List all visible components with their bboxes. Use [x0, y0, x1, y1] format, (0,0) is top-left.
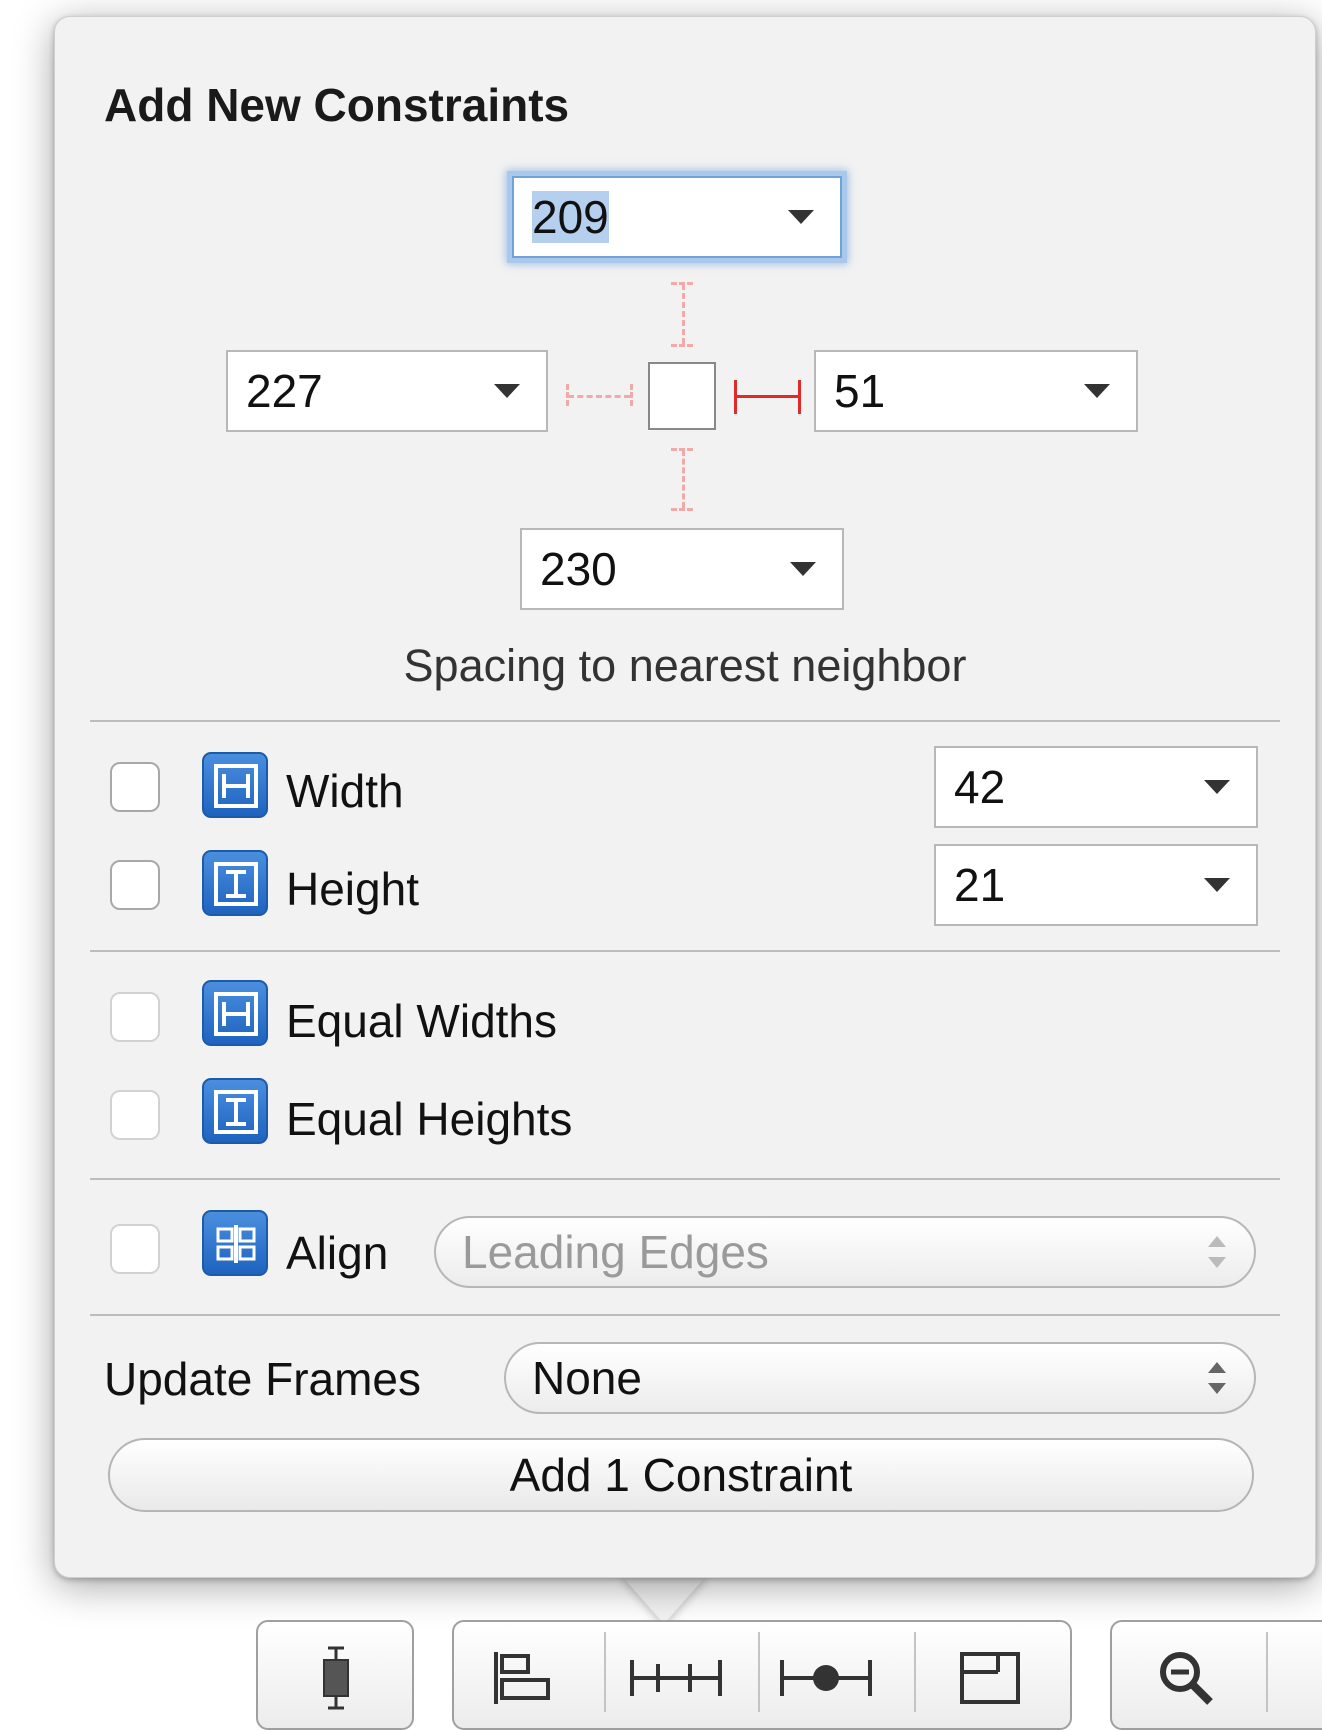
zoom-segment [1110, 1620, 1322, 1730]
constrained-view-box [648, 362, 716, 430]
height-label: Height [286, 863, 419, 915]
divider [90, 950, 1280, 952]
equal-heights-icon [202, 1078, 268, 1144]
resize-icon[interactable] [316, 1646, 356, 1715]
width-label: Width [286, 765, 404, 817]
update-frames-popup[interactable]: None [504, 1342, 1256, 1414]
divider [90, 720, 1280, 722]
align-icon[interactable] [490, 1650, 554, 1711]
width-icon [202, 752, 268, 818]
toolbar-divider [758, 1632, 760, 1712]
left-spacing-value: 227 [246, 365, 323, 417]
chevron-down-icon[interactable] [788, 210, 814, 224]
zoom-out-icon[interactable] [1156, 1648, 1216, 1713]
left-constraint-line[interactable] [568, 395, 630, 398]
right-spacing-value: 51 [834, 365, 886, 417]
up-down-arrows-icon [1206, 1232, 1228, 1272]
update-frames-value: None [532, 1352, 642, 1404]
chevron-down-icon[interactable] [494, 384, 520, 398]
bottom-spacing-field[interactable]: 230 [520, 528, 844, 610]
popover-pointer [620, 1574, 708, 1624]
right-constraint-cap [798, 380, 801, 414]
equal-widths-label: Equal Widths [286, 995, 558, 1047]
right-constraint-line[interactable] [736, 395, 798, 398]
height-checkbox[interactable] [110, 860, 160, 910]
chevron-down-icon[interactable] [1204, 780, 1230, 794]
top-constraint-cap [671, 344, 693, 347]
right-spacing-field[interactable]: 51 [814, 350, 1138, 432]
resolve-icon[interactable] [778, 1656, 874, 1705]
chevron-down-icon[interactable] [1204, 878, 1230, 892]
top-constraint-line[interactable] [682, 284, 685, 344]
height-icon [202, 850, 268, 916]
left-constraint-cap [630, 384, 633, 406]
align-popup[interactable]: Leading Edges [434, 1216, 1256, 1288]
top-spacing-value: 209 [532, 191, 609, 243]
divider [90, 1178, 1280, 1180]
width-value-field[interactable]: 42 [934, 746, 1258, 828]
bottom-constraint-line[interactable] [682, 450, 685, 508]
chevron-down-icon[interactable] [1084, 384, 1110, 398]
height-value: 21 [954, 859, 1006, 911]
add-constraints-button[interactable]: Add 1 Constraint [108, 1438, 1254, 1512]
align-label: Align [286, 1227, 389, 1279]
top-spacing-field[interactable]: 209 [512, 176, 842, 258]
up-down-arrows-icon [1206, 1358, 1228, 1398]
update-frames-label: Update Frames [104, 1353, 422, 1405]
equal-widths-icon [202, 980, 268, 1046]
height-value-field[interactable]: 21 [934, 844, 1258, 926]
divider [90, 1314, 1280, 1316]
width-checkbox[interactable] [110, 762, 160, 812]
align-popup-value: Leading Edges [462, 1226, 769, 1278]
left-spacing-field[interactable]: 227 [226, 350, 548, 432]
toolbar-divider [914, 1632, 916, 1712]
frame-icon[interactable] [958, 1650, 1022, 1711]
toolbar-divider [604, 1632, 606, 1712]
toolbar-divider [1266, 1632, 1268, 1712]
bottom-spacing-value: 230 [540, 543, 617, 595]
popover-title: Add New Constraints [104, 79, 570, 131]
equal-heights-checkbox[interactable] [110, 1090, 160, 1140]
align-icon [202, 1210, 268, 1276]
pin-icon[interactable] [628, 1656, 724, 1705]
equal-heights-label: Equal Heights [286, 1093, 573, 1145]
width-value: 42 [954, 761, 1006, 813]
align-checkbox[interactable] [110, 1224, 160, 1274]
chevron-down-icon[interactable] [790, 562, 816, 576]
equal-widths-checkbox[interactable] [110, 992, 160, 1042]
spacing-caption: Spacing to nearest neighbor [403, 640, 967, 691]
bottom-constraint-cap [671, 508, 693, 511]
